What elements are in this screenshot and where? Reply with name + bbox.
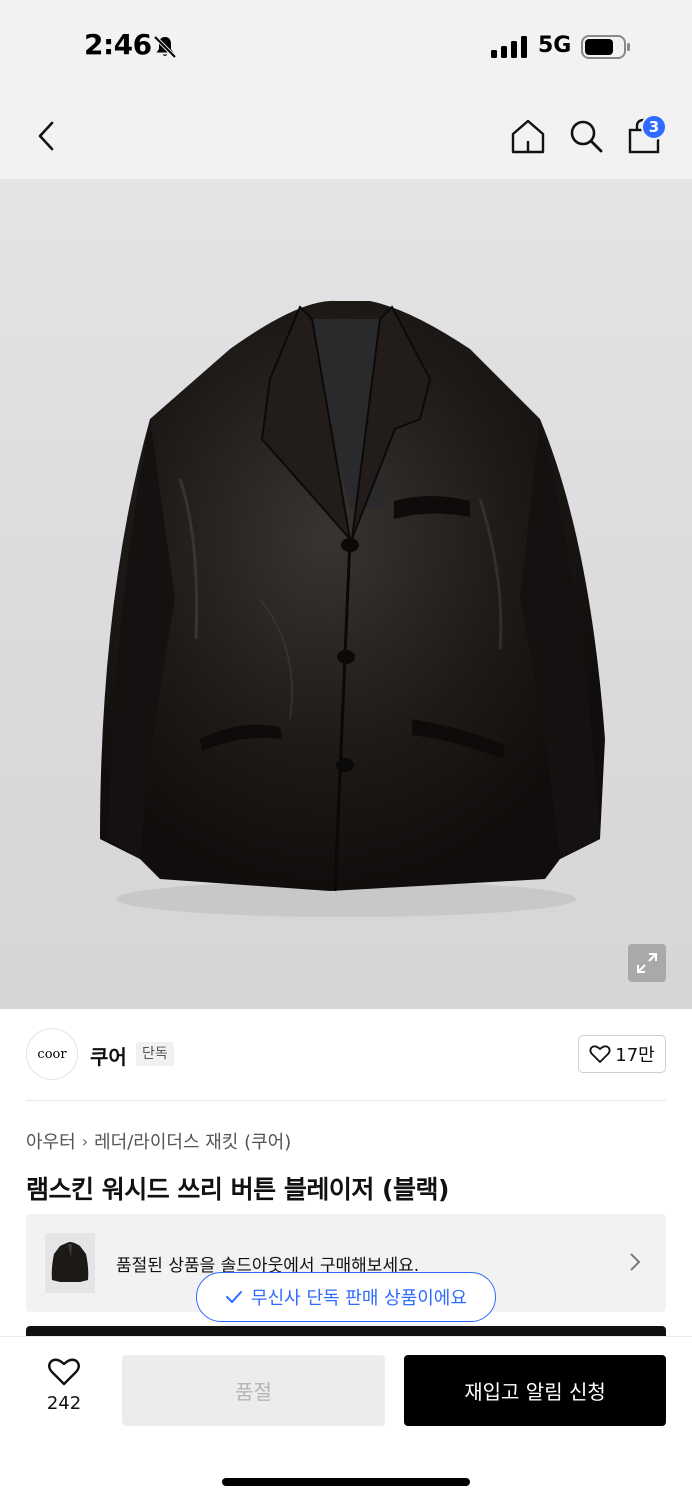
soldout-thumbnail [45,1233,95,1293]
breadcrumb-subcategory[interactable]: 레더/라이더스 재킷 (쿠어) [94,1128,291,1154]
chevron-right-icon: › [81,1131,89,1151]
product-image[interactable] [0,179,692,1009]
brand-row: coor 쿠어 단독 17만 [26,1028,666,1080]
brand-logo[interactable]: coor [26,1028,78,1080]
chevron-right-icon [630,1253,641,1271]
home-icon [511,119,545,154]
leather-jacket-image [100,300,605,917]
home-button[interactable] [508,116,548,156]
status-time: 2:46 [84,28,152,61]
bottom-action-bar: 242 품절 재입고 알림 신청 [0,1336,692,1500]
breadcrumb-category[interactable]: 아우터 [26,1128,76,1154]
brand-like-button[interactable]: 17만 [578,1035,666,1073]
search-icon [570,120,603,153]
status-bar: 2:46 5G [0,0,692,96]
wishlist-count: 242 [46,1393,82,1414]
brand-logo-text: coor [37,1046,67,1062]
heart-icon [48,1358,80,1386]
expand-icon [637,953,657,973]
cellular-signal-icon [491,36,527,58]
toast-text: 무신사 단독 판매 상품이에요 [251,1288,467,1309]
back-button[interactable] [26,116,66,156]
divider [26,1100,666,1101]
network-type: 5G [538,33,572,58]
section-divider-bar [26,1326,666,1336]
home-indicator[interactable] [222,1478,470,1486]
chevron-left-icon [38,121,54,151]
navigation-bar [0,96,692,179]
soldout-button: 품절 [122,1355,385,1426]
wishlist-button[interactable]: 242 [36,1357,92,1414]
exclusive-tag: 단독 [136,1042,174,1066]
heart-icon [589,1045,611,1063]
battery-icon [581,35,630,59]
expand-image-button[interactable] [628,944,666,982]
search-button[interactable] [566,116,606,156]
breadcrumb: 아우터 › 레더/라이더스 재킷 (쿠어) [26,1128,291,1154]
jacket-thumbnail-image [51,1242,89,1282]
silent-bell-icon [153,35,177,59]
restock-alert-button[interactable]: 재입고 알림 신청 [404,1355,666,1426]
cart-count-badge: 3 [641,114,667,140]
brand-name[interactable]: 쿠어 [90,1041,127,1070]
product-title: 램스킨 워시드 쓰리 버튼 블레이저 (블랙) [26,1175,449,1204]
check-icon [226,1291,243,1303]
brand-like-count: 17만 [615,1045,655,1066]
exclusive-toast: 무신사 단독 판매 상품이에요 [196,1272,496,1322]
